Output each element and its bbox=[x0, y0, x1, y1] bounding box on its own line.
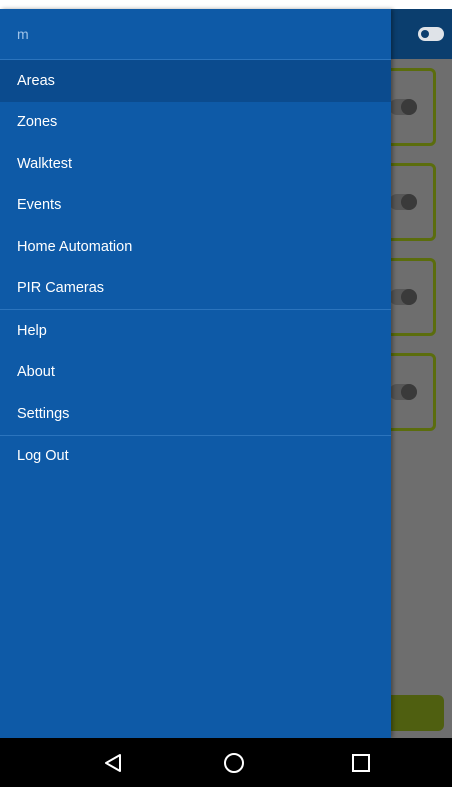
menu-item-areas[interactable]: Areas bbox=[0, 60, 391, 102]
status-bar-strip bbox=[0, 0, 452, 9]
menu-item-label: About bbox=[17, 364, 55, 381]
menu-item-label: PIR Cameras bbox=[17, 280, 105, 297]
header-toggle-switch[interactable] bbox=[418, 27, 444, 41]
area-arm-switch[interactable] bbox=[389, 99, 417, 115]
menu-item-label: Events bbox=[17, 197, 62, 214]
system-navigation-bar bbox=[0, 738, 452, 787]
menu-item-walktest[interactable]: Walktest bbox=[0, 143, 391, 185]
menu-item-label: Areas bbox=[17, 72, 55, 89]
recents-icon bbox=[352, 753, 370, 772]
menu-item-help[interactable]: Help bbox=[0, 310, 391, 352]
menu-item-settings[interactable]: Settings bbox=[0, 393, 391, 435]
back-icon bbox=[105, 753, 121, 772]
menu-item-label: Help bbox=[17, 322, 47, 339]
home-icon bbox=[224, 752, 244, 773]
area-arm-switch[interactable] bbox=[389, 289, 417, 305]
menu-item-home-automation[interactable]: Home Automation bbox=[0, 226, 391, 268]
recents-button[interactable] bbox=[331, 738, 391, 787]
menu-item-pir-cameras[interactable]: PIR Cameras bbox=[0, 268, 391, 310]
navigation-drawer: m Areas Zones Walktest Events Home Autom… bbox=[0, 9, 391, 738]
menu-item-label: Walktest bbox=[17, 155, 73, 172]
back-button[interactable] bbox=[83, 738, 143, 787]
menu-item-label: Log Out bbox=[17, 448, 69, 465]
menu-item-label: Home Automation bbox=[17, 238, 133, 255]
menu-item-label: Zones bbox=[17, 114, 58, 131]
drawer-header-text: m bbox=[17, 26, 29, 42]
menu-item-zones[interactable]: Zones bbox=[0, 102, 391, 144]
menu-item-log-out[interactable]: Log Out bbox=[0, 436, 391, 478]
area-arm-switch[interactable] bbox=[389, 194, 417, 210]
home-button[interactable] bbox=[204, 738, 264, 787]
area-arm-switch[interactable] bbox=[389, 384, 417, 400]
menu-item-label: Settings bbox=[17, 405, 70, 422]
menu-item-events[interactable]: Events bbox=[0, 185, 391, 227]
menu-item-about[interactable]: About bbox=[0, 352, 391, 394]
drawer-header: m bbox=[0, 9, 391, 60]
